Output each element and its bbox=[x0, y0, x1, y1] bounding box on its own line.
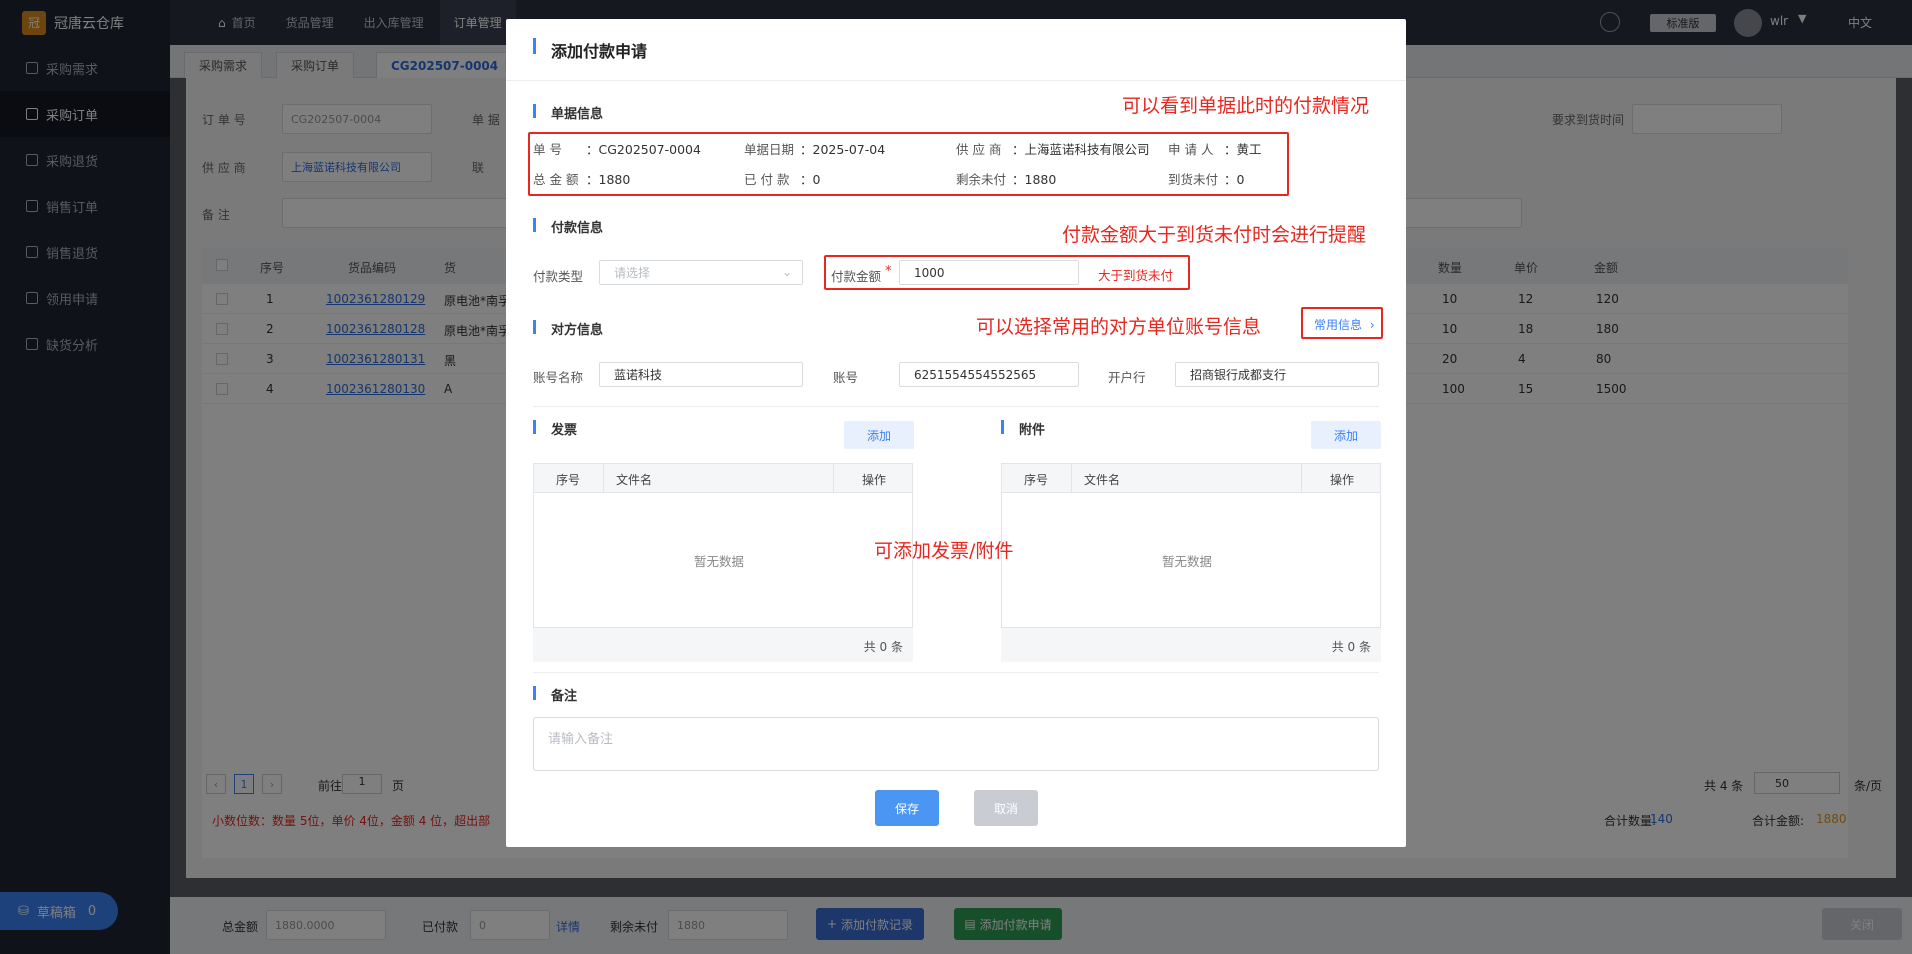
attachment-grid-footer: 共 0 条 bbox=[1001, 628, 1381, 662]
section-accent bbox=[533, 218, 536, 232]
dialog-header: 添加付款申请 bbox=[506, 19, 1406, 81]
doc-arrival-unpaid-value: ：0 bbox=[1224, 172, 1245, 187]
pay-amount-input[interactable]: 1000 bbox=[899, 260, 1079, 285]
doc-date-label: 单据日期 bbox=[744, 142, 795, 157]
pay-type-select[interactable]: 请选择 ⌄ bbox=[599, 260, 803, 285]
annotation-amount-warning: 付款金额大于到货未付时会进行提醒 bbox=[1062, 224, 1367, 246]
pay-amount-label: 付款金额 bbox=[831, 269, 882, 284]
pay-amount-warning: 大于到货未付 bbox=[1098, 268, 1174, 283]
chevron-down-icon: ⌄ bbox=[781, 265, 792, 279]
party-info-title: 对方信息 bbox=[551, 323, 604, 338]
remark-title: 备注 bbox=[551, 689, 578, 704]
grid-total: 共 0 条 bbox=[863, 640, 903, 654]
section-accent bbox=[1001, 420, 1004, 434]
pay-type-placeholder: 请选择 bbox=[614, 266, 651, 280]
add-attachment-button[interactable]: 添加 bbox=[1311, 421, 1381, 449]
doc-total-value: ：1880 bbox=[586, 172, 631, 187]
col-action: 操作 bbox=[1330, 473, 1355, 487]
title-bar-accent bbox=[533, 38, 536, 54]
divider bbox=[533, 406, 1379, 407]
add-invoice-button[interactable]: 添加 bbox=[844, 421, 914, 449]
remark-textarea[interactable]: 请输入备注 bbox=[533, 717, 1379, 771]
required-mark: * bbox=[885, 264, 892, 279]
invoice-grid-body: 暂无数据 bbox=[533, 493, 913, 628]
empty-text: 暂无数据 bbox=[694, 554, 745, 569]
empty-text: 暂无数据 bbox=[1162, 554, 1213, 569]
section-accent bbox=[533, 320, 536, 334]
section-accent bbox=[533, 104, 536, 118]
col-filename: 文件名 bbox=[616, 473, 653, 487]
doc-date-value: ：2025-07-04 bbox=[800, 142, 886, 157]
doc-applicant-label: 申 请 人 bbox=[1168, 142, 1214, 157]
col-no: 序号 bbox=[556, 473, 581, 487]
pay-type-label: 付款类型 bbox=[533, 269, 584, 284]
common-info-label: 常用信息 bbox=[1314, 318, 1363, 332]
doc-remaining-value: ：1880 bbox=[1012, 172, 1057, 187]
invoice-grid-footer: 共 0 条 bbox=[533, 628, 913, 662]
doc-applicant-value: ：黄工 bbox=[1224, 142, 1262, 157]
grid-total: 共 0 条 bbox=[1331, 640, 1371, 654]
doc-arrival-unpaid-label: 到货未付 bbox=[1168, 172, 1219, 187]
pay-info-title: 付款信息 bbox=[551, 221, 604, 236]
doc-no-value: ：CG202507-0004 bbox=[586, 142, 701, 157]
col-no: 序号 bbox=[1024, 473, 1049, 487]
annotation-common-info: 可以选择常用的对方单位账号信息 bbox=[976, 316, 1262, 338]
attachment-title: 附件 bbox=[1019, 423, 1046, 438]
account-no-label: 账号 bbox=[833, 370, 859, 385]
doc-supplier-label: 供 应 商 bbox=[956, 142, 1002, 157]
doc-paid-label: 已 付 款 bbox=[744, 172, 790, 187]
divider bbox=[533, 672, 1379, 673]
account-name-label: 账号名称 bbox=[533, 370, 584, 385]
attachment-grid-header: 序号 文件名 操作 bbox=[1001, 463, 1381, 493]
col-action: 操作 bbox=[862, 473, 887, 487]
section-accent bbox=[533, 686, 536, 700]
doc-supplier-value: ：上海蓝诺科技有限公司 bbox=[1012, 142, 1150, 157]
doc-total-label: 总 金 额 bbox=[533, 172, 579, 187]
invoice-title: 发票 bbox=[551, 423, 578, 438]
annotation-attachments: 可添加发票/附件 bbox=[874, 540, 1014, 562]
common-info-link[interactable]: 常用信息 › bbox=[1314, 316, 1375, 333]
doc-no-label: 单 号 bbox=[533, 142, 562, 157]
col-filename: 文件名 bbox=[1084, 473, 1121, 487]
doc-paid-value: ：0 bbox=[800, 172, 821, 187]
bank-input[interactable]: 招商银行成都支行 bbox=[1175, 362, 1379, 387]
attachment-grid-body: 暂无数据 bbox=[1001, 493, 1381, 628]
dialog-title: 添加付款申请 bbox=[551, 41, 648, 61]
account-no-input[interactable]: 6251554554552565 bbox=[899, 362, 1079, 387]
account-name-input[interactable]: 蓝诺科技 bbox=[599, 362, 803, 387]
chevron-right-icon: › bbox=[1369, 318, 1375, 332]
doc-info-title: 单据信息 bbox=[551, 107, 604, 122]
section-accent bbox=[533, 420, 536, 434]
payment-apply-dialog: 添加付款申请 单据信息 单 号 ：CG202507-0004 单据日期 ：202… bbox=[506, 19, 1406, 847]
annotation-doc-status: 可以看到单据此时的付款情况 bbox=[1122, 95, 1370, 117]
doc-remaining-label: 剩余未付 bbox=[956, 172, 1007, 187]
save-button[interactable]: 保存 bbox=[875, 790, 939, 826]
bank-label: 开户行 bbox=[1108, 370, 1146, 385]
invoice-grid-header: 序号 文件名 操作 bbox=[533, 463, 913, 493]
cancel-button[interactable]: 取消 bbox=[974, 790, 1038, 826]
